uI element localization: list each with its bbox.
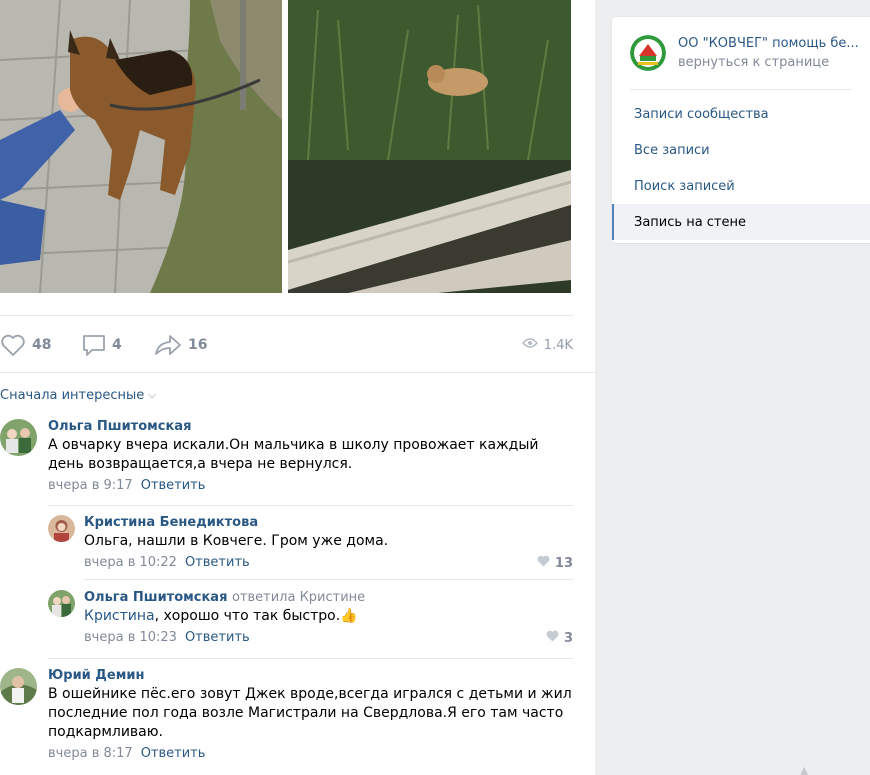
avatar[interactable] — [48, 515, 75, 542]
comment-meta: вчера в 8:17 Ответить — [48, 746, 573, 762]
comment-author[interactable]: Юрий Демин — [48, 668, 573, 684]
like-count: 48 — [32, 337, 52, 353]
comment-button[interactable]: 4 — [82, 330, 122, 360]
comment-body: Кристина Бенедиктова Ольга, нашли в Ковч… — [84, 515, 573, 571]
group-title-link[interactable]: ОО "КОВЧЕГ" помощь бе... — [678, 36, 868, 51]
post-photo-dog-in-grass[interactable] — [288, 0, 571, 293]
comment-author[interactable]: Кристина Бенедиктова — [84, 515, 573, 531]
sidebar-item-wall-post[interactable]: Запись на стене — [612, 204, 870, 240]
post-actions: 48 4 16 1.4K — [0, 330, 573, 360]
actions-divider — [0, 372, 595, 373]
heart-icon — [546, 630, 559, 646]
avatar[interactable] — [0, 419, 37, 456]
reply-button[interactable]: Ответить — [141, 746, 206, 761]
group-logo[interactable] — [630, 35, 666, 71]
sidebar-menu: ОО "КОВЧЕГ" помощь бе... вернуться к стр… — [612, 17, 870, 243]
comment-like-button[interactable]: 3 — [546, 630, 573, 646]
reply-button[interactable]: Ответить — [185, 555, 250, 570]
mention-link[interactable]: Кристина — [84, 608, 155, 624]
comment-count: 4 — [112, 337, 122, 353]
comments-sort-dropdown[interactable]: Сначала интересные ⌵ — [0, 388, 156, 403]
sidebar-item-all-posts[interactable]: Все записи — [612, 132, 870, 168]
comment-author[interactable]: Ольга Пшитомская — [48, 419, 573, 435]
comment-time[interactable]: вчера в 8:17 — [48, 746, 133, 761]
heart-icon — [0, 333, 26, 357]
comment-like-count: 13 — [554, 555, 573, 571]
reply-button[interactable]: Ответить — [185, 630, 250, 645]
reply-to-label[interactable]: ответила Кристине — [232, 590, 365, 605]
post-photo-dog-on-leash[interactable] — [0, 0, 282, 293]
comment-meta: вчера в 9:17 Ответить — [48, 478, 573, 494]
avatar[interactable] — [48, 590, 75, 617]
sidebar-item-community-posts[interactable]: Записи сообщества — [612, 96, 870, 132]
comment-text: Ольга, нашли в Ковчеге. Гром уже дома. — [84, 533, 389, 549]
scroll-up-icon[interactable]: ▲ — [800, 764, 808, 775]
back-to-page-link[interactable]: вернуться к странице — [678, 55, 829, 70]
views-counter: 1.4K — [521, 330, 573, 360]
comment-time[interactable]: вчера в 10:23 — [84, 630, 177, 645]
sidebar-divider — [630, 89, 852, 90]
comment-separator — [84, 579, 573, 580]
comment-meta: вчера в 10:23 Ответить — [84, 630, 573, 646]
comment-author[interactable]: Ольга Пшитомская — [84, 590, 227, 605]
share-count: 16 — [188, 337, 208, 353]
sidebar-item-search-posts[interactable]: Поиск записей — [612, 168, 870, 204]
comment-text-rest: , хорошо что так быстро. — [154, 608, 341, 624]
like-button[interactable]: 48 — [0, 330, 51, 360]
comment-separator — [48, 505, 573, 506]
views-count: 1.4K — [543, 337, 573, 353]
comment-like-count: 3 — [563, 630, 573, 646]
comment-text: Кристина, хорошо что так быстро.👍 — [84, 607, 573, 626]
comment-like-button[interactable]: 13 — [537, 555, 573, 571]
comment-meta: вчера в 10:22 Ответить — [84, 555, 573, 571]
post-card: 48 4 16 1.4K Сначала интересные ⌵ Ольга … — [0, 0, 595, 775]
comment-text: А овчарку вчера искали.Он мальчика в шко… — [48, 437, 539, 472]
heart-icon — [537, 555, 550, 571]
comment-body: Ольга Пшитомская А овчарку вчера искали.… — [48, 419, 573, 494]
share-button[interactable]: 16 — [154, 330, 207, 360]
comment-author-line: Ольга Пшитомская ответила Кристине — [84, 590, 573, 606]
comment-icon — [82, 333, 106, 357]
comment-time[interactable]: вчера в 10:22 — [84, 555, 177, 570]
comment-separator — [48, 658, 573, 659]
sort-label: Сначала интересные — [0, 388, 145, 403]
eye-icon — [521, 337, 538, 353]
comment-text: В ошейнике пёс.его зовут Джек вроде,всег… — [48, 686, 572, 740]
comment-time[interactable]: вчера в 9:17 — [48, 478, 133, 493]
post-divider — [0, 315, 573, 316]
reply-button[interactable]: Ответить — [141, 478, 206, 493]
chevron-down-icon: ⌵ — [148, 390, 156, 401]
thumbs-up-emoji: 👍 — [340, 608, 358, 624]
avatar[interactable] — [0, 668, 37, 705]
comment-body: Юрий Демин В ошейнике пёс.его зовут Джек… — [48, 668, 573, 762]
share-icon — [154, 333, 182, 357]
comment-body: Ольга Пшитомская ответила Кристине Крист… — [84, 590, 573, 646]
